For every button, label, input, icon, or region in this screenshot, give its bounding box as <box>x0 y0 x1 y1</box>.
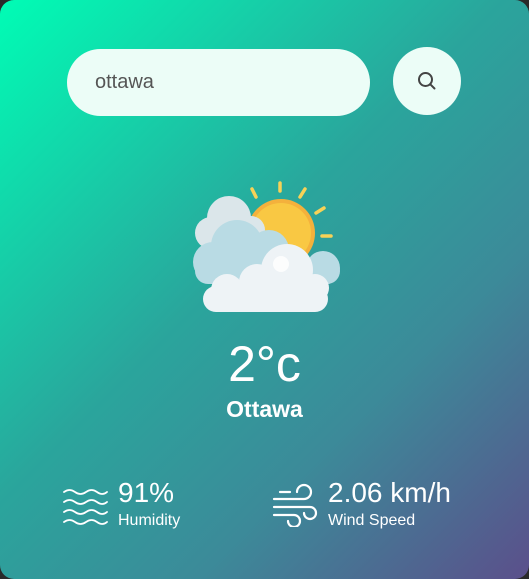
wind-icon <box>272 483 318 527</box>
search-icon <box>418 72 436 90</box>
weather-card: 2°c Ottawa 91% Humidity 2.06 km/h <box>0 0 529 579</box>
humidity-waves-icon <box>63 488 108 525</box>
wind-value: 2.06 km/h <box>328 477 451 508</box>
partly-cloudy-sun-icon <box>193 181 340 312</box>
humidity-label: Humidity <box>118 512 181 529</box>
search-input[interactable] <box>67 49 370 116</box>
humidity-stat: 91% Humidity <box>62 478 180 531</box>
wind-label: Wind Speed <box>328 512 416 529</box>
temperature: 2°c <box>228 336 301 392</box>
wind-stat: 2.06 km/h Wind Speed <box>272 478 451 531</box>
city-name: Ottawa <box>226 396 303 422</box>
search-button[interactable] <box>393 47 461 115</box>
humidity-value: 91% <box>118 477 175 508</box>
